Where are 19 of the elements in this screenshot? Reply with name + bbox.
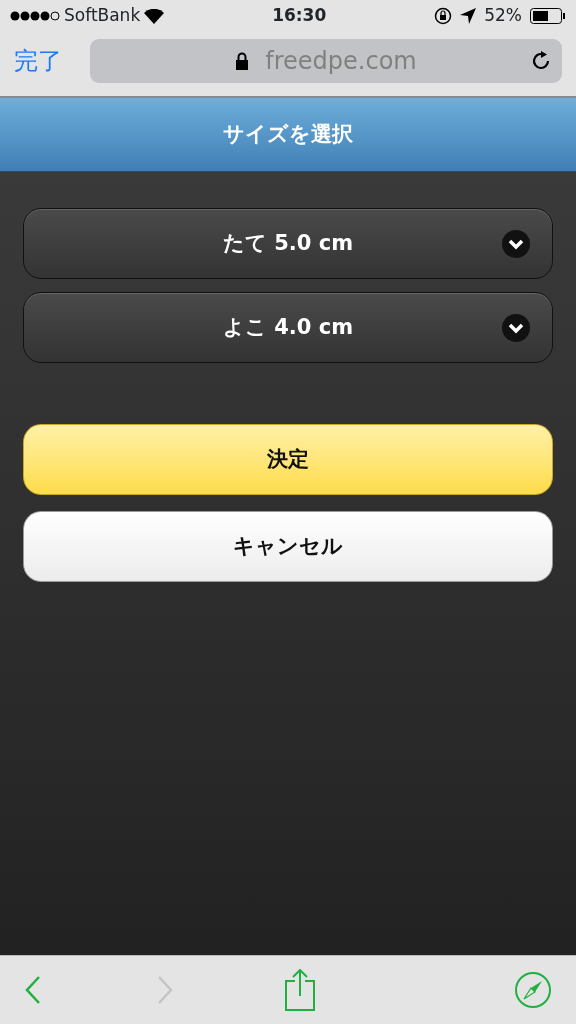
carrier-name: SoftBank: [64, 4, 141, 28]
rotation-lock-icon: [434, 7, 453, 25]
battery-icon: [530, 8, 566, 24]
select-menu[interactable]: たて 5.0 cm: [23, 208, 553, 279]
location-icon: [460, 8, 477, 24]
clock-time: 16:30: [272, 4, 327, 28]
chevron-down-icon: [502, 314, 530, 342]
share-button[interactable]: [284, 969, 316, 1011]
cancel-button[interactable]: キャンセル: [23, 511, 553, 582]
chevron-down-icon: [502, 230, 530, 258]
select-menu[interactable]: よこ 4.0 cm: [23, 292, 553, 363]
confirm-button[interactable]: 決定: [23, 424, 553, 495]
compass-button[interactable]: [514, 971, 552, 1009]
signal-icon: [10, 11, 60, 21]
battery-percentage: 52%: [484, 4, 522, 28]
page-title: サイズを選択: [223, 120, 353, 148]
reload-icon[interactable]: [530, 50, 552, 72]
wifi-icon: [144, 8, 165, 24]
lock-icon: [235, 52, 250, 70]
